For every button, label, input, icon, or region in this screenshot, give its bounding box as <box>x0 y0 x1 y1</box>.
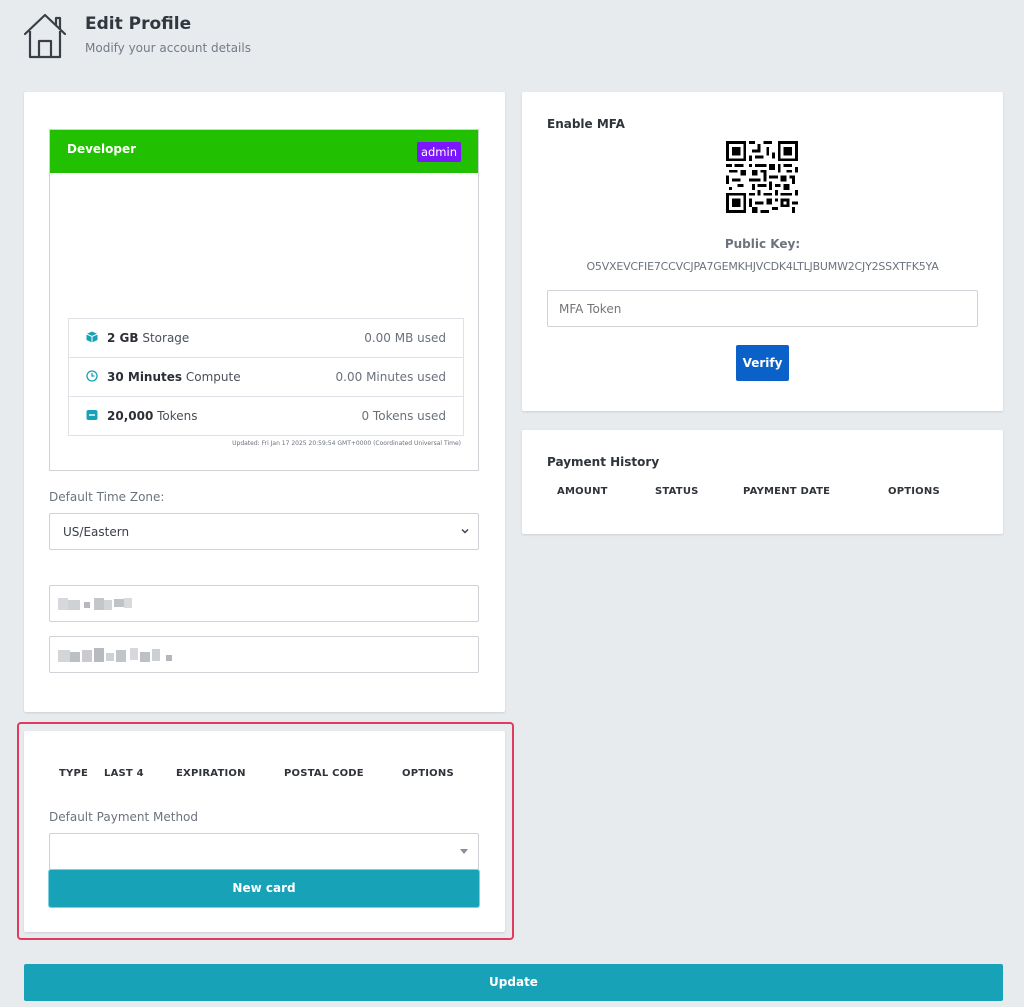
col-postal-code: POSTAL CODE <box>284 768 364 779</box>
home-icon <box>23 13 67 59</box>
payment-history-card <box>522 430 1003 534</box>
box-icon <box>86 331 98 343</box>
col-last4: LAST 4 <box>104 768 144 779</box>
col-options: OPTIONS <box>402 768 454 779</box>
qr-code-icon <box>726 141 798 213</box>
redacted-text <box>58 596 138 612</box>
verify-button[interactable]: Verify <box>736 345 789 381</box>
quota-storage-used: 0.00 MB used <box>364 331 446 345</box>
quota-tokens-used: 0 Tokens used <box>361 409 446 423</box>
quota-updated-timestamp: Updated: Fri Jan 17 2025 20:59:54 GMT+00… <box>232 440 461 447</box>
col-payment-date: PAYMENT DATE <box>743 486 831 497</box>
col-amount: AMOUNT <box>557 486 608 497</box>
public-key-label: Public Key: <box>724 237 801 251</box>
quota-compute-label: 30 Minutes Compute <box>107 370 241 384</box>
col-expiration: EXPIRATION <box>176 768 246 779</box>
page-title: Edit Profile <box>85 14 192 34</box>
chevron-down-icon <box>461 529 469 534</box>
mfa-token-input[interactable] <box>547 290 978 327</box>
page-subtitle: Modify your account details <box>85 41 251 55</box>
default-payment-select[interactable] <box>49 833 479 870</box>
col-history-options: OPTIONS <box>888 486 940 497</box>
timezone-value: US/Eastern <box>63 525 130 539</box>
new-card-button[interactable]: New card <box>49 870 479 907</box>
email-field[interactable] <box>49 636 479 673</box>
token-icon <box>86 410 98 420</box>
timezone-label: Default Time Zone: <box>49 490 165 504</box>
update-button[interactable]: Update <box>24 964 1003 1001</box>
quota-compute-used: 0.00 Minutes used <box>335 370 446 384</box>
plan-name: Developer <box>67 142 137 156</box>
timezone-select[interactable]: US/Eastern <box>49 513 479 550</box>
clock-icon <box>86 370 98 382</box>
col-type: TYPE <box>59 768 89 779</box>
quota-list: 2 GB Storage 0.00 MB used 30 Minutes Com… <box>68 318 464 436</box>
plan-card: Developer admin 2 GB Storage 0.00 MB use… <box>49 129 479 471</box>
default-payment-label: Default Payment Method <box>49 810 199 824</box>
quota-row-storage: 2 GB Storage 0.00 MB used <box>69 319 463 358</box>
payment-history-title: Payment History <box>547 455 660 469</box>
quota-row-compute: 30 Minutes Compute 0.00 Minutes used <box>69 358 463 397</box>
quota-storage-label: 2 GB Storage <box>107 331 190 345</box>
name-field[interactable] <box>49 585 479 622</box>
redacted-text <box>58 647 178 663</box>
quota-tokens-label: 20,000 Tokens <box>107 409 198 423</box>
col-status: STATUS <box>655 486 699 497</box>
quota-row-tokens: 20,000 Tokens 0 Tokens used <box>69 397 463 435</box>
plan-header: Developer admin <box>50 130 478 173</box>
public-key-value: O5VXEVCFIE7CCVCJPA7GEMKHJVCDK4LTLJBUMW2C… <box>586 260 939 273</box>
caret-down-icon <box>460 849 468 854</box>
mfa-title: Enable MFA <box>547 117 625 131</box>
role-badge: admin <box>416 142 461 162</box>
